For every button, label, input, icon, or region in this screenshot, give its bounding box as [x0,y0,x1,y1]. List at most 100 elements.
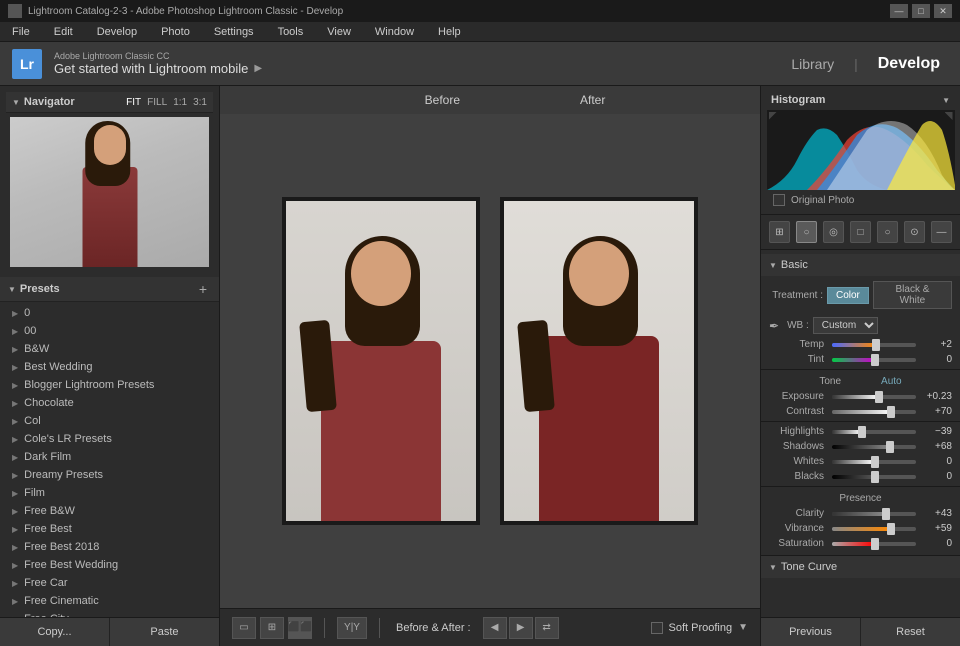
menu-window[interactable]: Window [371,24,418,40]
temp-slider-thumb[interactable] [872,339,880,351]
whites-slider-track[interactable] [832,460,916,464]
preset-item[interactable]: ▶Col [0,412,219,430]
before-photo-frame [282,197,480,525]
preset-item[interactable]: ▶Blogger Lightroom Presets [0,376,219,394]
histogram-header[interactable]: Histogram ▼ [765,90,956,110]
menu-view[interactable]: View [323,24,355,40]
single-view-button[interactable]: ▭ [232,617,256,639]
vibrance-slider-track[interactable] [832,527,916,531]
exposure-slider-thumb[interactable] [875,391,883,403]
clarity-label: Clarity [769,508,824,519]
preset-item[interactable]: ▶Dreamy Presets [0,466,219,484]
shadows-slider-thumb[interactable] [886,441,894,453]
preset-item[interactable]: ▶Free Best 2018 [0,538,219,556]
navigator-header[interactable]: ▼ Navigator FIT FILL 1:1 3:1 [6,92,213,113]
maximize-button[interactable]: □ [912,4,930,18]
tint-slider-track[interactable] [832,358,916,362]
wb-dropdown[interactable]: Custom [813,317,878,334]
soft-proof-checkbox[interactable] [651,622,663,634]
preset-item[interactable]: ▶B&W [0,340,219,358]
minimize-button[interactable]: — [890,4,908,18]
original-photo-checkbox[interactable] [773,194,785,206]
saturation-slider-track[interactable] [832,542,916,546]
preset-item[interactable]: ▶0 [0,304,219,322]
saturation-slider-thumb[interactable] [871,538,879,550]
preset-item[interactable]: ▶Free Car [0,574,219,592]
tone-curve-header[interactable]: ▼ Tone Curve [761,556,960,578]
ba-right-button[interactable]: ▶ [509,617,533,639]
library-nav-link[interactable]: Library [783,52,842,76]
contrast-slider-thumb[interactable] [887,406,895,418]
temp-slider-track[interactable] [832,343,916,347]
preset-item[interactable]: ▶Free Cinematic [0,592,219,610]
preset-item[interactable]: ▶Free B&W [0,502,219,520]
eyedropper-icon[interactable]: ✒ [769,319,779,333]
wb-label: WB : [787,320,809,331]
highlights-slider-track[interactable] [832,430,916,434]
menu-settings[interactable]: Settings [210,24,258,40]
ba-left-button[interactable]: ◀ [483,617,507,639]
zoom-1to1[interactable]: 1:1 [173,97,187,108]
menu-tools[interactable]: Tools [274,24,308,40]
auto-button[interactable]: Auto [881,376,902,387]
previous-button[interactable]: Previous [761,618,861,646]
preset-item[interactable]: ▶Best Wedding [0,358,219,376]
preset-item[interactable]: ▶Film [0,484,219,502]
highlights-slider-thumb[interactable] [858,426,866,438]
spot-heal-icon[interactable]: ◎ [823,221,844,243]
after-photo-container [500,197,698,525]
crop-tool-icon[interactable]: ○ [796,221,817,243]
zoom-fit[interactable]: FIT [126,97,141,108]
menu-file[interactable]: File [8,24,34,40]
copy-button[interactable]: Copy... [0,618,110,646]
blacks-label: Blacks [769,471,824,482]
preset-item[interactable]: ▶Cole's LR Presets [0,430,219,448]
preset-item[interactable]: ▶Dark Film [0,448,219,466]
menu-photo[interactable]: Photo [157,24,194,40]
clarity-slider-track[interactable] [832,512,916,516]
basic-header[interactable]: ▼ Basic [761,254,960,276]
preset-item[interactable]: ▶Free Best [0,520,219,538]
clarity-slider-thumb[interactable] [882,508,890,520]
presets-header[interactable]: ▼ Presets + [0,277,219,302]
grid-tool-icon[interactable]: ⊞ [769,221,790,243]
preset-item[interactable]: ▶Chocolate [0,394,219,412]
after-photo-frame [500,197,698,525]
paste-button[interactable]: Paste [110,618,219,646]
soft-proof-dropdown[interactable]: ▼ [738,622,748,633]
grid-view-button[interactable]: ⊞ [260,617,284,639]
zoom-fill[interactable]: FILL [147,97,167,108]
presets-add-button[interactable]: + [195,281,211,297]
preset-arrow-icon: ▶ [12,345,18,354]
preset-item[interactable]: ▶Free Best Wedding [0,556,219,574]
shadows-slider-track[interactable] [832,445,916,449]
saturation-label: Saturation [769,538,824,549]
side-by-side-button[interactable]: ⬛⬛ [288,617,312,639]
menu-develop[interactable]: Develop [93,24,141,40]
vibrance-slider-thumb[interactable] [887,523,895,535]
zoom-3to1[interactable]: 3:1 [193,97,207,108]
yx-button[interactable]: Y|Y [337,617,367,639]
develop-nav-link[interactable]: Develop [870,51,948,77]
contrast-slider-track[interactable] [832,410,916,414]
before-tab[interactable]: Before [365,91,520,109]
redeye-icon[interactable]: □ [850,221,871,243]
blacks-slider-track[interactable] [832,475,916,479]
menu-edit[interactable]: Edit [50,24,77,40]
menu-help[interactable]: Help [434,24,465,40]
exposure-slider-track[interactable] [832,395,916,399]
after-tab[interactable]: After [520,91,665,109]
whites-slider-thumb[interactable] [871,456,879,468]
tint-slider-thumb[interactable] [871,354,879,366]
blacks-slider-thumb[interactable] [871,471,879,483]
treatment-color-button[interactable]: Color [827,287,869,304]
treatment-bw-button[interactable]: Black & White [873,281,952,309]
ba-swap-button[interactable]: ⇄ [535,617,559,639]
preset-item[interactable]: ▶00 [0,322,219,340]
reset-button[interactable]: Reset [861,618,960,646]
range-mask-icon[interactable]: — [931,221,952,243]
close-button[interactable]: ✕ [934,4,952,18]
gradient-icon[interactable]: ○ [877,221,898,243]
brush-icon[interactable]: ⊙ [904,221,925,243]
preset-item[interactable]: ▶Free City [0,610,219,617]
